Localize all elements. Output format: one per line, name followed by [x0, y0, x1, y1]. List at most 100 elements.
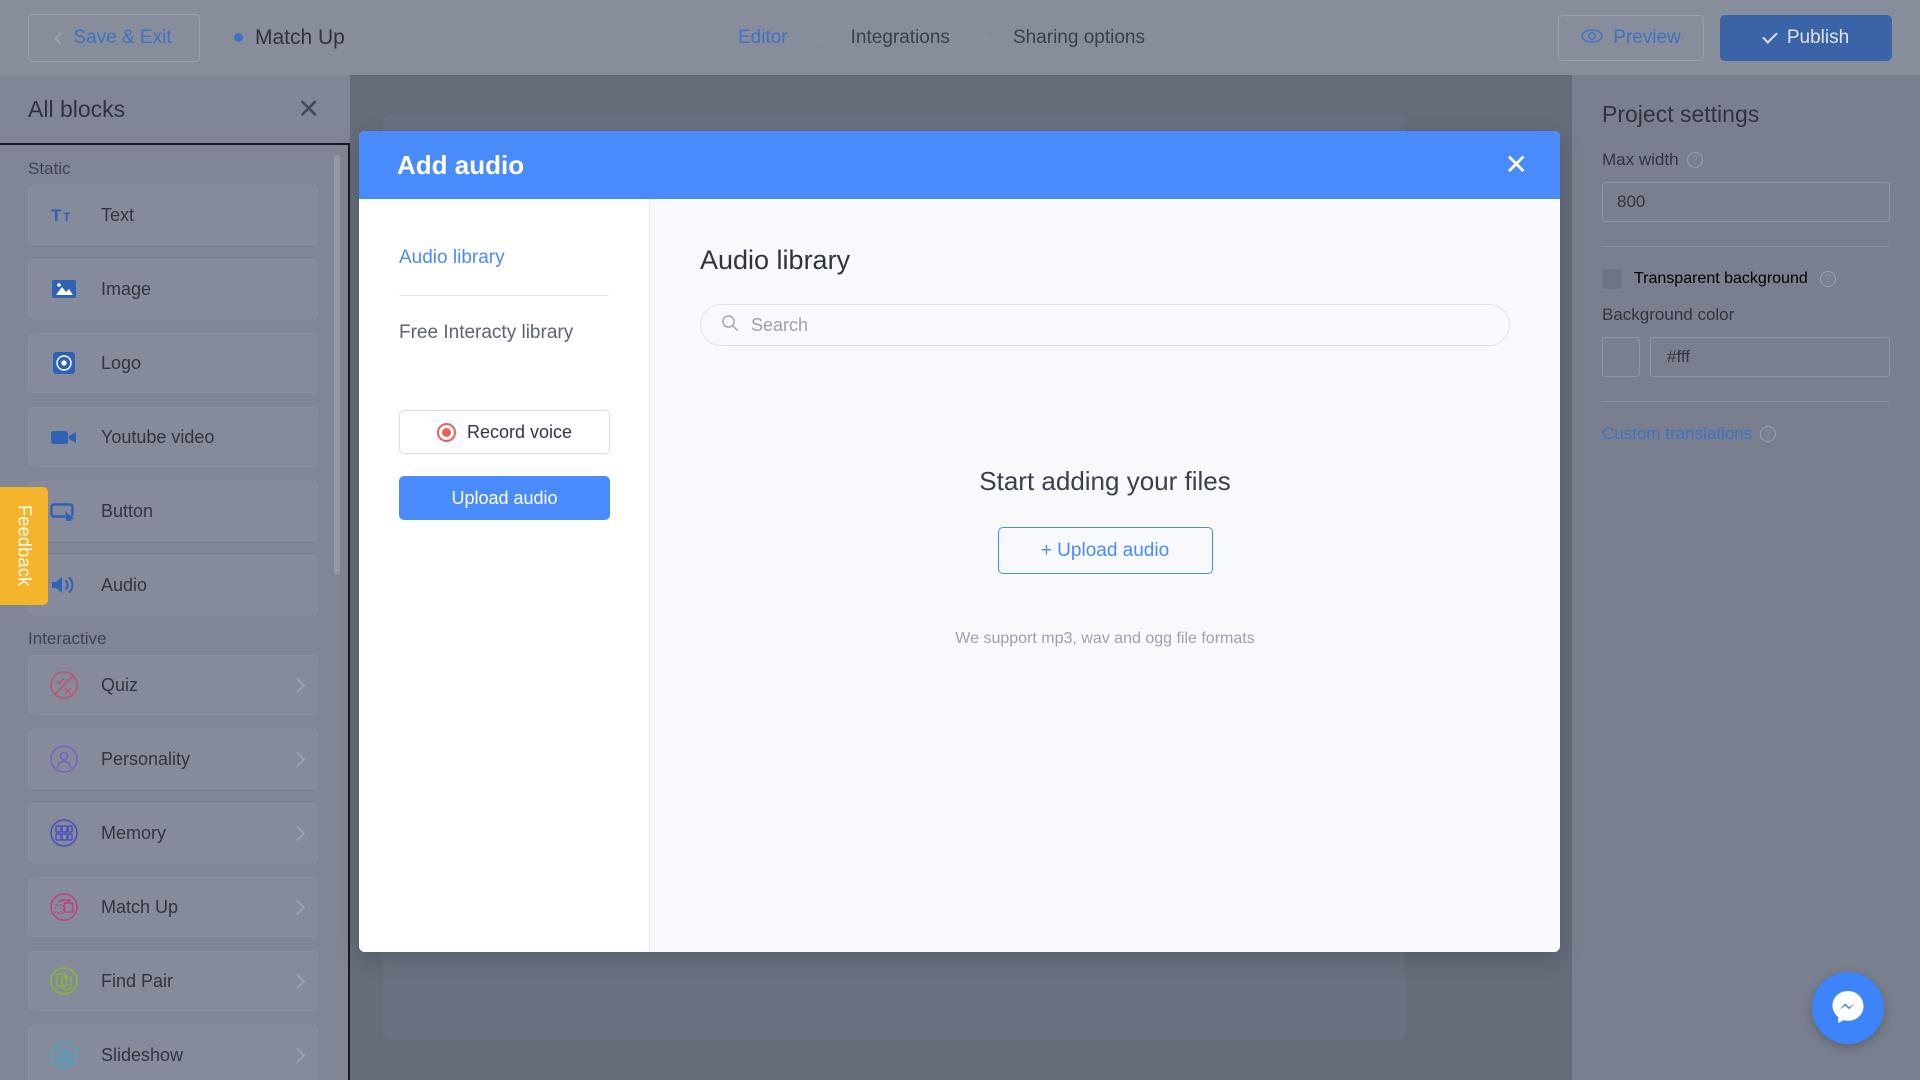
- sidebar-item-memory[interactable]: Memory: [28, 803, 318, 863]
- divider: [399, 295, 609, 296]
- svg-text:T: T: [51, 206, 62, 225]
- sidebar-item-logo[interactable]: Logo: [28, 333, 318, 393]
- sidebar-item-label: Find Pair: [101, 970, 174, 991]
- preview-label: Preview: [1613, 26, 1681, 48]
- supported-formats-hint: We support mp3, wav and ogg file formats: [955, 630, 1255, 647]
- empty-state: Start adding your files + Upload audio W…: [700, 466, 1510, 648]
- help-icon[interactable]: ?: [1760, 426, 1777, 442]
- logo-icon: [49, 348, 79, 378]
- sidebar-item-quiz[interactable]: Quiz: [28, 655, 318, 715]
- project-settings-panel: Project settings Max width ? 800 Transpa…: [1572, 75, 1920, 1080]
- status-dot-icon: [234, 33, 243, 42]
- publish-label: Publish: [1786, 26, 1850, 48]
- save-and-exit-button[interactable]: Save & Exit: [28, 13, 200, 62]
- modal-nav-free-interacty-library[interactable]: Free Interacty library: [399, 322, 609, 344]
- sidebar-item-label: Text: [101, 204, 135, 225]
- chevron-left-icon: [54, 31, 68, 45]
- eye-icon: [1581, 27, 1603, 49]
- sidebar-item-label: Memory: [101, 822, 167, 843]
- sidebar-group-label-interactive: Interactive: [28, 629, 107, 648]
- modal-body: Audio library Free Interacty library Rec…: [359, 199, 1560, 952]
- breadcrumb-item-editor[interactable]: Editor: [738, 27, 788, 49]
- empty-state-title: Start adding your files: [979, 466, 1231, 496]
- record-voice-label: Record voice: [466, 421, 573, 442]
- custom-translations-label: Custom translations: [1602, 424, 1753, 443]
- background-color-swatch[interactable]: [1602, 337, 1640, 377]
- modal-nav-audio-library[interactable]: Audio library: [399, 247, 609, 269]
- chevron-right-icon: [289, 899, 306, 915]
- background-color-label: Background color: [1602, 305, 1735, 324]
- search-icon: [721, 314, 739, 337]
- modal-sidebar: Audio library Free Interacty library Rec…: [359, 199, 650, 952]
- sidebar-scrollbar[interactable]: [334, 155, 340, 575]
- background-color-value: #fff: [1667, 347, 1691, 366]
- breadcrumb-item-sharing-options[interactable]: Sharing options: [1013, 27, 1145, 49]
- sidebar-item-button[interactable]: Button: [28, 481, 318, 541]
- close-icon[interactable]: ✕: [297, 95, 320, 123]
- sidebar-item-label: Logo: [101, 352, 142, 373]
- sidebar-item-label: Image: [101, 278, 152, 299]
- chevron-right-icon: [289, 751, 306, 767]
- record-icon: [436, 422, 456, 442]
- breadcrumb: Editor → Integrations → Sharing options: [738, 0, 1145, 75]
- sidebar-item-label: Slideshow: [101, 1044, 184, 1065]
- breadcrumb-arrow-icon: →: [809, 26, 829, 48]
- modal-header: Add audio ✕: [359, 131, 1560, 199]
- max-width-label-row: Max width ?: [1602, 150, 1890, 170]
- quiz-icon: [49, 670, 79, 700]
- sidebar-item-slideshow[interactable]: Slideshow: [28, 1025, 318, 1080]
- preview-button[interactable]: Preview: [1558, 14, 1704, 61]
- feedback-label: Feedback: [14, 505, 35, 587]
- slideshow-icon: [49, 1040, 79, 1070]
- sidebar-item-personality[interactable]: Personality: [28, 729, 318, 789]
- modal-title: Add audio: [397, 149, 525, 180]
- help-icon[interactable]: ?: [1686, 152, 1703, 168]
- audio-icon: [49, 570, 79, 600]
- modal-main-content: Audio library Search Start adding your f…: [650, 199, 1560, 952]
- messenger-bubble-button[interactable]: [1812, 972, 1884, 1044]
- audio-library-heading: Audio library: [700, 245, 851, 275]
- sidebar-item-label: Quiz: [101, 674, 139, 695]
- button-icon: [49, 496, 79, 526]
- check-icon: [1762, 27, 1778, 44]
- sidebar-item-label: Personality: [101, 748, 191, 769]
- publish-button[interactable]: Publish: [1720, 14, 1892, 61]
- search-input[interactable]: Search: [700, 304, 1510, 346]
- memory-icon: [49, 818, 79, 848]
- background-color-input[interactable]: #fff: [1650, 337, 1890, 377]
- svg-text:T: T: [63, 210, 71, 224]
- upload-audio-button[interactable]: Upload audio: [399, 476, 610, 520]
- sidebar-item-find-pair[interactable]: Find Pair: [28, 951, 318, 1011]
- record-voice-button[interactable]: Record voice: [399, 410, 610, 454]
- chevron-right-icon: [289, 677, 306, 693]
- background-color-row: #fff: [1602, 337, 1890, 377]
- sidebar-body: Static TT Text Image Logo Youtube video: [0, 143, 350, 1080]
- sidebar-item-label: Button: [101, 500, 154, 521]
- close-icon[interactable]: ✕: [1505, 151, 1528, 179]
- matchup-icon: [49, 892, 79, 922]
- sidebar-item-label: Youtube video: [101, 426, 215, 447]
- custom-translations-link[interactable]: Custom translations ?: [1602, 424, 1890, 444]
- text-icon: TT: [49, 200, 79, 230]
- sidebar-item-text[interactable]: TT Text: [28, 185, 318, 245]
- sidebar-title: All blocks: [28, 95, 126, 122]
- feedback-tab[interactable]: Feedback: [0, 487, 48, 605]
- chevron-right-icon: [289, 825, 306, 841]
- project-settings-title: Project settings: [1602, 101, 1760, 127]
- breadcrumb-item-integrations[interactable]: Integrations: [851, 27, 950, 49]
- top-bar-actions: Preview Publish: [1558, 0, 1892, 75]
- document-title-label: Match Up: [255, 25, 345, 49]
- chevron-right-icon: [289, 1047, 306, 1063]
- sidebar-item-audio[interactable]: Audio: [28, 555, 318, 615]
- transparent-background-row[interactable]: Transparent background ?: [1602, 269, 1890, 289]
- max-width-section: Max width ? 800: [1602, 128, 1890, 247]
- sidebar-item-match-up[interactable]: Match Up: [28, 877, 318, 937]
- transparent-background-checkbox[interactable]: [1602, 269, 1622, 289]
- help-icon[interactable]: ?: [1819, 271, 1836, 287]
- upload-audio-cta-button[interactable]: + Upload audio: [997, 527, 1213, 574]
- sidebar-item-image[interactable]: Image: [28, 259, 318, 319]
- all-blocks-sidebar: All blocks ✕ Static TT Text Image Logo Y…: [0, 75, 350, 1080]
- max-width-input[interactable]: 800: [1602, 182, 1890, 222]
- max-width-value: 800: [1617, 192, 1646, 211]
- sidebar-item-youtube-video[interactable]: Youtube video: [28, 407, 318, 467]
